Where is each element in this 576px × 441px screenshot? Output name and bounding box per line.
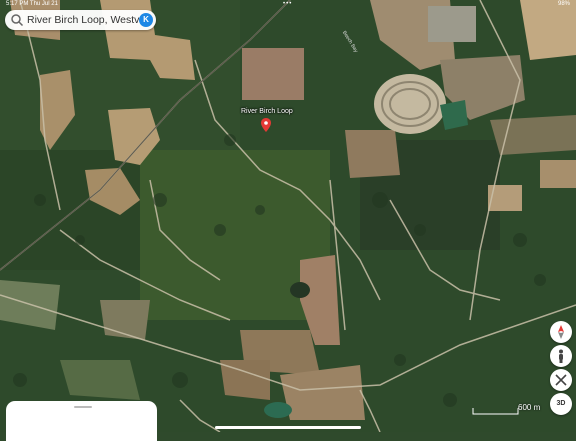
status-bar: 5:17 PM Thu Jul 21 ••• 98% bbox=[0, 0, 576, 9]
satellite-map[interactable] bbox=[0, 0, 576, 432]
layers-button[interactable] bbox=[550, 369, 572, 391]
pin-label[interactable]: River Birch Loop bbox=[241, 108, 293, 115]
street-view-button[interactable] bbox=[550, 345, 572, 367]
account-avatar[interactable]: K bbox=[139, 13, 153, 27]
pegman-icon bbox=[559, 349, 563, 363]
scale-label: 600 m bbox=[518, 403, 541, 412]
three-d-button[interactable]: 3D bbox=[550, 393, 572, 415]
battery-indicator: 98% bbox=[557, 1, 570, 7]
search-query[interactable]: River Birch Loop, Westvil bbox=[27, 14, 139, 26]
home-indicator[interactable] bbox=[215, 426, 361, 429]
compass-button[interactable] bbox=[550, 321, 572, 343]
compass-icon bbox=[558, 325, 564, 339]
location-pin-icon[interactable] bbox=[261, 118, 271, 132]
search-icon bbox=[11, 14, 24, 27]
status-time: 5:17 PM Thu Jul 21 bbox=[6, 1, 58, 7]
sheet-grabber[interactable] bbox=[74, 406, 92, 408]
search-bar[interactable]: River Birch Loop, Westvil K bbox=[5, 10, 156, 30]
layers-icon bbox=[555, 374, 567, 386]
bottom-sheet[interactable] bbox=[6, 401, 157, 441]
multitask-dots[interactable]: ••• bbox=[283, 0, 292, 9]
